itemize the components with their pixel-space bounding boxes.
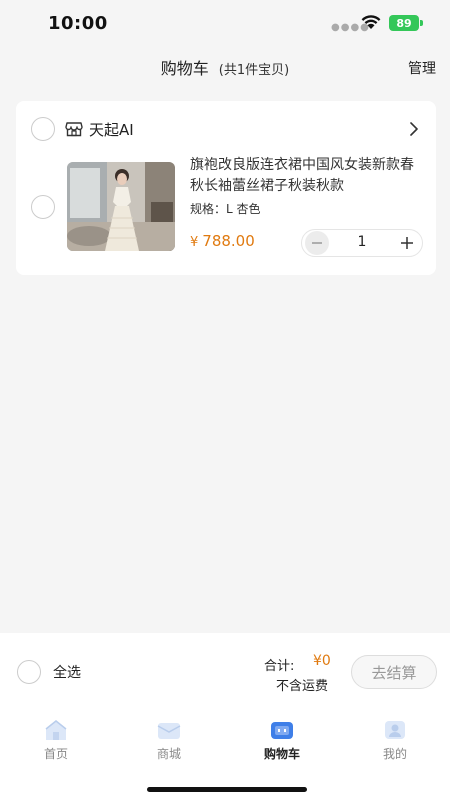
store-icon	[65, 122, 83, 137]
product-image[interactable]	[67, 162, 175, 251]
quantity-stepper: 1	[301, 229, 423, 257]
checkout-button[interactable]: 去结算	[351, 655, 437, 689]
shipping-note: 不含运费	[276, 679, 329, 694]
checkout-bar: 全选 合计: ¥0 不含运费 去结算	[0, 633, 450, 709]
store-select-radio[interactable]	[31, 117, 55, 141]
chevron-right-icon[interactable]	[408, 120, 420, 138]
item-select-radio[interactable]	[31, 195, 55, 219]
price-value: 788.00	[202, 232, 255, 250]
plus-icon	[401, 237, 413, 249]
total-value: ¥0	[313, 653, 331, 669]
minus-icon	[312, 242, 322, 244]
increase-quantity-button[interactable]	[395, 231, 419, 255]
profile-icon	[385, 721, 405, 739]
quantity-value[interactable]: 1	[336, 234, 388, 250]
tab-mall-label: 商城	[156, 747, 181, 761]
tab-mine-label: 我的	[382, 747, 407, 761]
cart-count: (共1件宝贝)	[218, 63, 290, 78]
decrease-quantity-button[interactable]	[305, 231, 329, 255]
price-currency: ¥	[190, 235, 199, 250]
product-title[interactable]: 旗袍改良版连衣裙中国风女装新款春秋长袖蕾丝裙子秋装秋款	[190, 155, 424, 197]
page-title: 购物车 (共1件宝贝)	[0, 55, 450, 79]
tab-mall[interactable]: 商城	[129, 719, 209, 762]
home-indicator	[147, 787, 307, 792]
manage-button[interactable]: 管理	[408, 58, 436, 78]
select-all-radio[interactable]	[17, 660, 41, 684]
battery-tip	[420, 20, 423, 26]
total-label: 合计:	[264, 659, 295, 674]
status-bar: 10:00 ●●●● 89	[0, 0, 450, 48]
tab-cart[interactable]: 购物车	[242, 719, 322, 762]
product-price: ¥788.00	[190, 232, 255, 250]
tab-home[interactable]: 首页	[16, 719, 96, 762]
battery-icon: 89	[389, 15, 419, 31]
tab-home-label: 首页	[43, 747, 68, 761]
mall-icon	[157, 723, 181, 739]
select-all-label[interactable]: 全选	[53, 662, 81, 682]
status-time: 10:00	[48, 13, 108, 34]
page-title-text: 购物车	[160, 59, 209, 78]
product-photo	[67, 162, 175, 251]
store-name[interactable]: 天起AI	[89, 119, 134, 140]
home-icon	[45, 720, 67, 740]
cart-store-card: 天起AI 旗袍改良版连衣裙中国风女装新款春秋长袖蕾丝裙子秋装秋款 规格：L 杏色…	[16, 101, 436, 275]
cart-icon	[271, 722, 293, 739]
product-spec[interactable]: 规格：L 杏色	[190, 200, 261, 217]
tab-cart-label: 购物车	[263, 747, 300, 761]
tab-mine[interactable]: 我的	[355, 719, 435, 762]
wifi-icon	[361, 15, 381, 29]
